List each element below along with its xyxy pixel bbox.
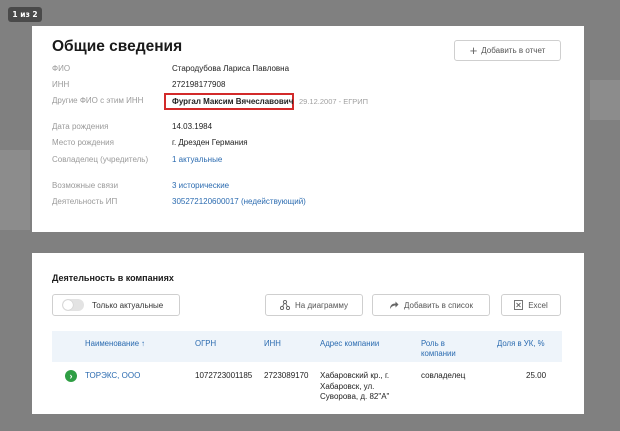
image-counter: 1 из 2: [8, 7, 42, 22]
page-title: Общие сведения: [52, 38, 183, 55]
diagram-icon: [280, 300, 291, 310]
company-share: 25.00: [526, 371, 547, 380]
general-info-card: Общие сведения + Добавить в отчет ФИО Ст…: [32, 26, 584, 232]
excel-file-icon: [514, 300, 524, 310]
company-address: Хабаровский кр., г. Хабаровск, ул. Сувор…: [320, 371, 390, 401]
plus-icon: +: [469, 42, 478, 58]
possible-links-link[interactable]: 3 исторические: [172, 181, 229, 191]
col-address-header[interactable]: Адрес компании: [320, 339, 379, 349]
excel-label: Excel: [528, 300, 548, 310]
share-arrow-icon: [390, 301, 399, 309]
add-to-list-button[interactable]: Добавить в список: [372, 294, 490, 316]
ip-activity-link[interactable]: 305272120600017 (недействующий): [172, 197, 306, 207]
company-inn: 2723089170: [264, 371, 309, 380]
field-label: Дата рождения: [52, 122, 109, 131]
field-label: Совладелец (учредитель): [52, 155, 149, 164]
col-share-header[interactable]: Доля в УК, %: [497, 339, 545, 349]
background-right-block: [590, 80, 620, 120]
toggle-switch-icon[interactable]: [62, 299, 84, 311]
toggle-label: Только актуальные: [92, 300, 164, 310]
add-to-report-button[interactable]: + Добавить в отчет: [454, 40, 561, 61]
section-title: Деятельность в компаниях: [52, 273, 174, 283]
companies-table-header: Наименование ↑ ОГРН ИНН Адрес компании Р…: [52, 331, 562, 362]
companies-activity-card: Деятельность в компаниях Только актуальн…: [32, 253, 584, 414]
company-name-link[interactable]: ТОРЭКС, ООО: [85, 371, 140, 382]
col-role-header[interactable]: Роль в компании: [421, 339, 469, 359]
background-sidebar-block: [0, 150, 30, 230]
to-diagram-button[interactable]: На диаграмму: [265, 294, 363, 316]
field-label: Место рождения: [52, 138, 114, 147]
company-role: совладелец: [421, 371, 466, 380]
highlighted-other-name[interactable]: Фургал Максим Вячеславович: [164, 93, 294, 110]
field-value: 272198177908: [172, 80, 226, 89]
field-label: Деятельность ИП: [52, 197, 118, 206]
field-value: 14.03.1984: [172, 122, 213, 131]
add-to-report-label: Добавить в отчет: [481, 46, 546, 55]
only-actual-toggle[interactable]: Только актуальные: [52, 294, 180, 316]
field-value: г. Дрезден Германия: [172, 138, 248, 147]
col-ogrn-header[interactable]: ОГРН: [195, 339, 216, 349]
add-to-list-label: Добавить в список: [404, 300, 473, 310]
to-diagram-label: На диаграмму: [295, 300, 348, 310]
field-label: ФИО: [52, 64, 71, 73]
excel-export-button[interactable]: Excel: [501, 294, 561, 316]
col-inn-header[interactable]: ИНН: [264, 339, 281, 349]
table-row: › ТОРЭКС, ООО 1072723001185 2723089170 Х…: [52, 367, 562, 411]
col-name-header[interactable]: Наименование ↑: [85, 339, 145, 349]
field-value: Стародубова Лариса Павловна: [172, 64, 290, 73]
other-name-date-source: 29.12.2007 - ЕГРИП: [299, 97, 369, 106]
field-label: Возможные связи: [52, 181, 119, 190]
field-label: Другие ФИО с этим ИНН: [52, 96, 144, 105]
company-ogrn: 1072723001185: [195, 371, 253, 380]
active-status-icon: ›: [65, 370, 77, 382]
co-owner-link[interactable]: 1 актуальные: [172, 155, 222, 165]
field-label: ИНН: [52, 80, 70, 89]
